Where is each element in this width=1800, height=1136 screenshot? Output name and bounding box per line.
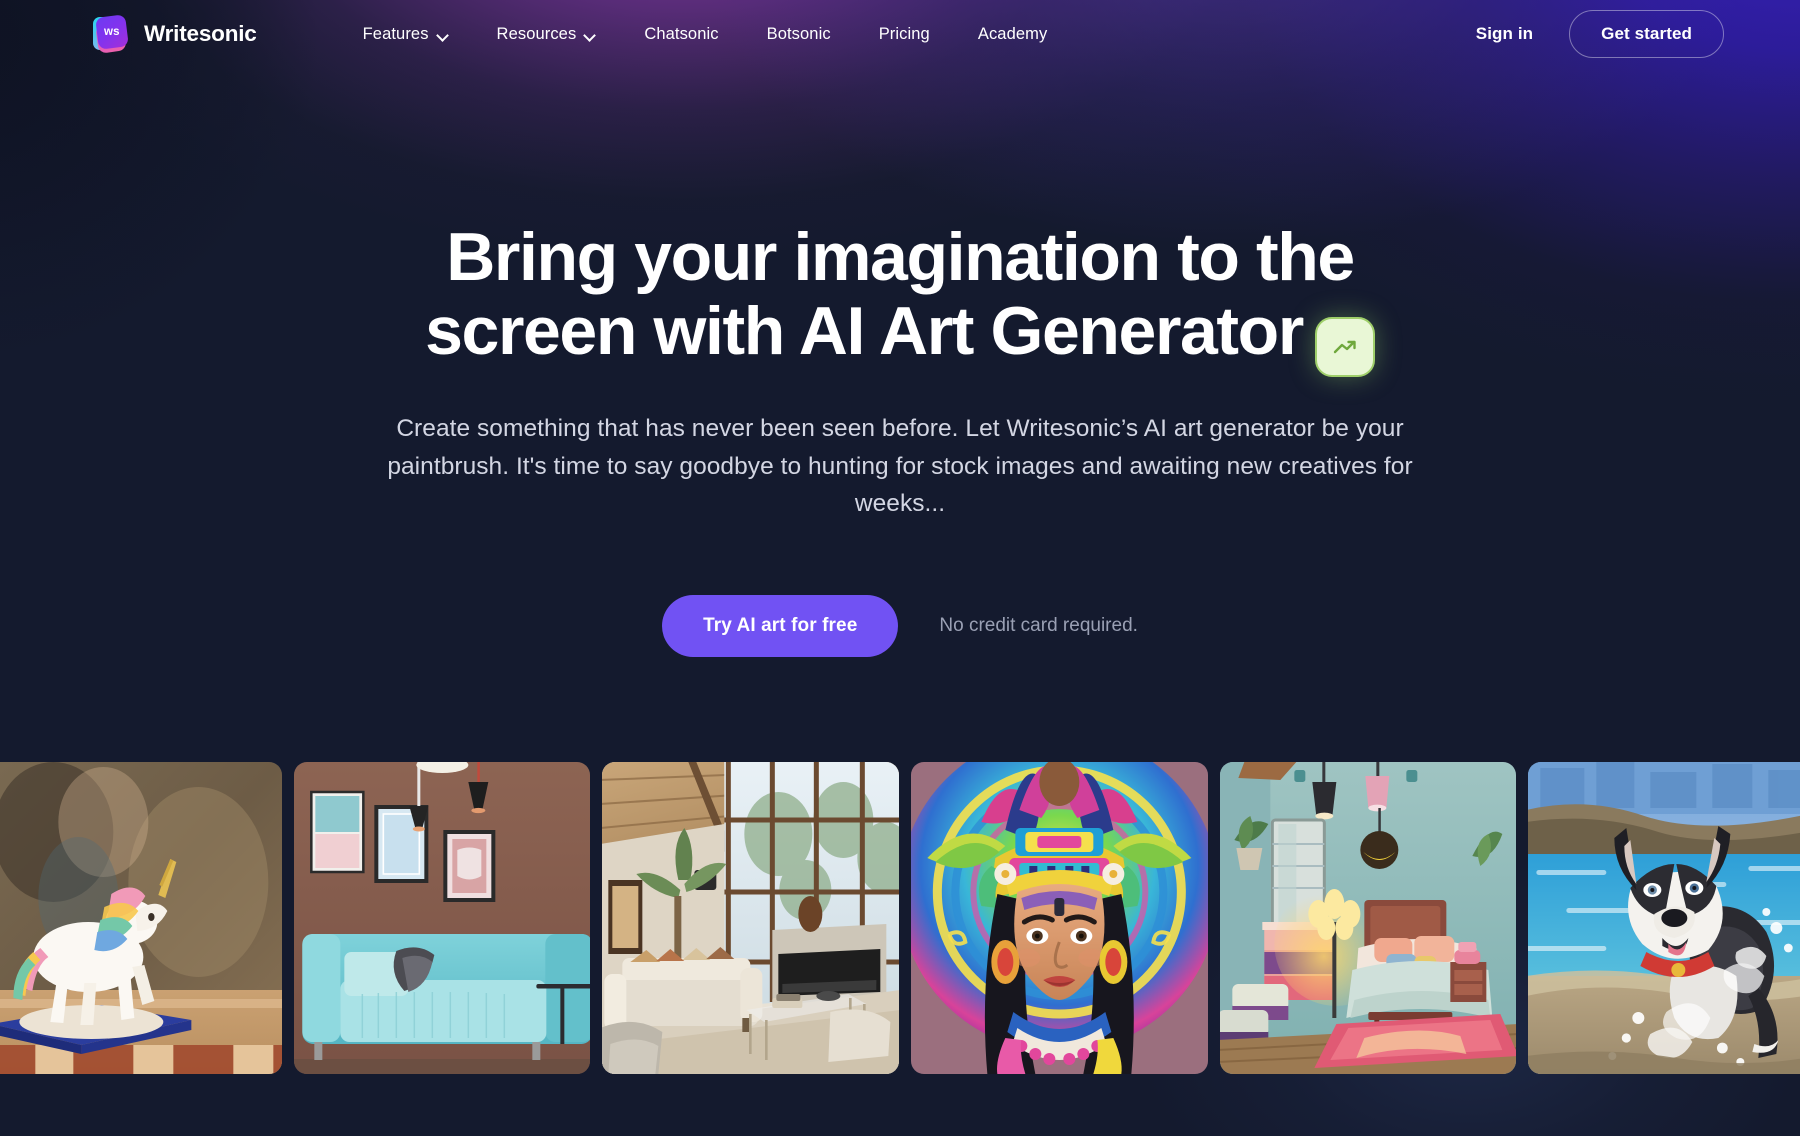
nav-item-academy[interactable]: Academy	[954, 17, 1071, 52]
unicorn-image	[0, 762, 282, 1074]
nav-item-resources[interactable]: Resources	[473, 17, 621, 52]
gallery-item-modern-living-room[interactable]	[602, 762, 900, 1074]
hero-subtitle: Create something that has never been see…	[387, 415, 1413, 518]
aztec-portrait-image	[911, 762, 1208, 1074]
sign-in-link[interactable]: Sign in	[1476, 24, 1533, 44]
nav-actions: Sign in Get started	[1476, 10, 1724, 58]
sample-image-gallery	[0, 762, 1800, 1074]
no-credit-card-note: No credit card required.	[939, 614, 1138, 636]
chevron-down-icon	[438, 31, 449, 38]
chevron-down-icon	[585, 31, 596, 38]
nav-item-chatsonic[interactable]: Chatsonic	[620, 17, 742, 52]
gallery-item-unicorn[interactable]	[0, 762, 282, 1074]
nav-item-pricing[interactable]: Pricing	[855, 17, 954, 52]
gallery-item-teal-sofa-room[interactable]	[293, 762, 591, 1074]
teal-sofa-room-image	[293, 762, 591, 1074]
hero-title-line-1: Bring your imagination to the	[446, 219, 1355, 295]
try-ai-art-button[interactable]: Try AI art for free	[662, 594, 899, 657]
nav-label: Academy	[977, 24, 1048, 43]
brand-name: Writesonic	[144, 21, 257, 46]
nav-label: Resources	[496, 24, 577, 43]
get-started-button[interactable]: Get started	[1569, 10, 1724, 58]
main-navbar: ws Writesonic Features Resources Chatson…	[0, 0, 1800, 68]
nav-item-botsonic[interactable]: Botsonic	[743, 17, 855, 52]
trending-up-badge	[1314, 317, 1375, 378]
modern-living-room-image	[602, 762, 900, 1074]
nav-label: Botsonic	[766, 24, 831, 43]
logo-monogram: ws	[104, 26, 120, 38]
nav-links: Features Resources Chatsonic Botsonic Pr…	[339, 17, 1072, 52]
nav-label: Chatsonic	[644, 24, 719, 43]
logo-core: ws	[95, 14, 129, 50]
nav-label: Pricing	[878, 24, 930, 43]
husky-beach-image	[1528, 762, 1800, 1074]
gallery-item-husky-beach[interactable]	[1528, 762, 1800, 1074]
trending-up-icon	[1333, 340, 1356, 354]
pastel-bedroom-image	[1219, 762, 1517, 1074]
gallery-item-aztec-portrait[interactable]	[911, 762, 1208, 1074]
gallery-item-pastel-bedroom[interactable]	[1219, 762, 1517, 1074]
writesonic-logo-icon: ws	[93, 14, 131, 54]
brand-logo-link[interactable]: ws Writesonic	[93, 14, 257, 54]
nav-item-features[interactable]: Features	[339, 17, 473, 52]
hero-cta-row: Try AI art for free No credit card requi…	[0, 594, 1800, 657]
hero-section: Bring your imagination to the screen wit…	[0, 0, 1800, 657]
hero-title-line-2: screen with AI Art Generator	[425, 293, 1304, 370]
page-root: ws Writesonic Features Resources Chatson…	[0, 0, 1800, 1136]
nav-label: Features	[362, 24, 429, 43]
